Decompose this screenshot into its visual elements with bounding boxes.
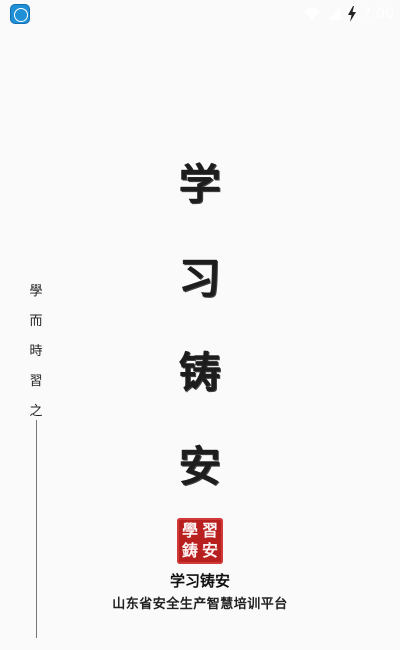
signal-icon bbox=[327, 7, 341, 21]
seal-char: 鋳 bbox=[181, 541, 198, 560]
seal-char: 學 bbox=[181, 521, 198, 540]
title-char: 习 bbox=[178, 254, 221, 303]
side-motto-char: 學 bbox=[29, 284, 43, 299]
side-motto-char: 時 bbox=[29, 344, 43, 359]
seal-char: 習 bbox=[201, 521, 218, 540]
side-motto: 學 而 時 習 之 bbox=[27, 284, 45, 434]
seal-logo: 學 習 鋳 安 bbox=[177, 518, 223, 564]
side-motto-char: 習 bbox=[29, 374, 43, 389]
title-char: 安 bbox=[178, 442, 221, 491]
splash-title: 学 习 铸 安 bbox=[172, 162, 228, 538]
battery-charging-icon bbox=[347, 6, 357, 22]
brand-name: 学习铸安 bbox=[169, 572, 230, 590]
status-clock: 7:00 bbox=[362, 6, 394, 22]
side-motto-char: 之 bbox=[29, 404, 43, 419]
title-char: 铸 bbox=[178, 348, 221, 397]
status-indicators: 7:00 bbox=[303, 4, 394, 24]
seal-char: 安 bbox=[201, 541, 218, 560]
side-motto-char: 而 bbox=[29, 314, 43, 329]
platform-name: 山东省安全生产智慧培训平台 bbox=[112, 597, 288, 612]
app-icon-ring bbox=[14, 8, 28, 22]
status-bar: 7:00 bbox=[0, 0, 400, 28]
title-char: 学 bbox=[178, 160, 221, 209]
wifi-icon bbox=[303, 7, 321, 21]
app-icon bbox=[10, 4, 30, 24]
